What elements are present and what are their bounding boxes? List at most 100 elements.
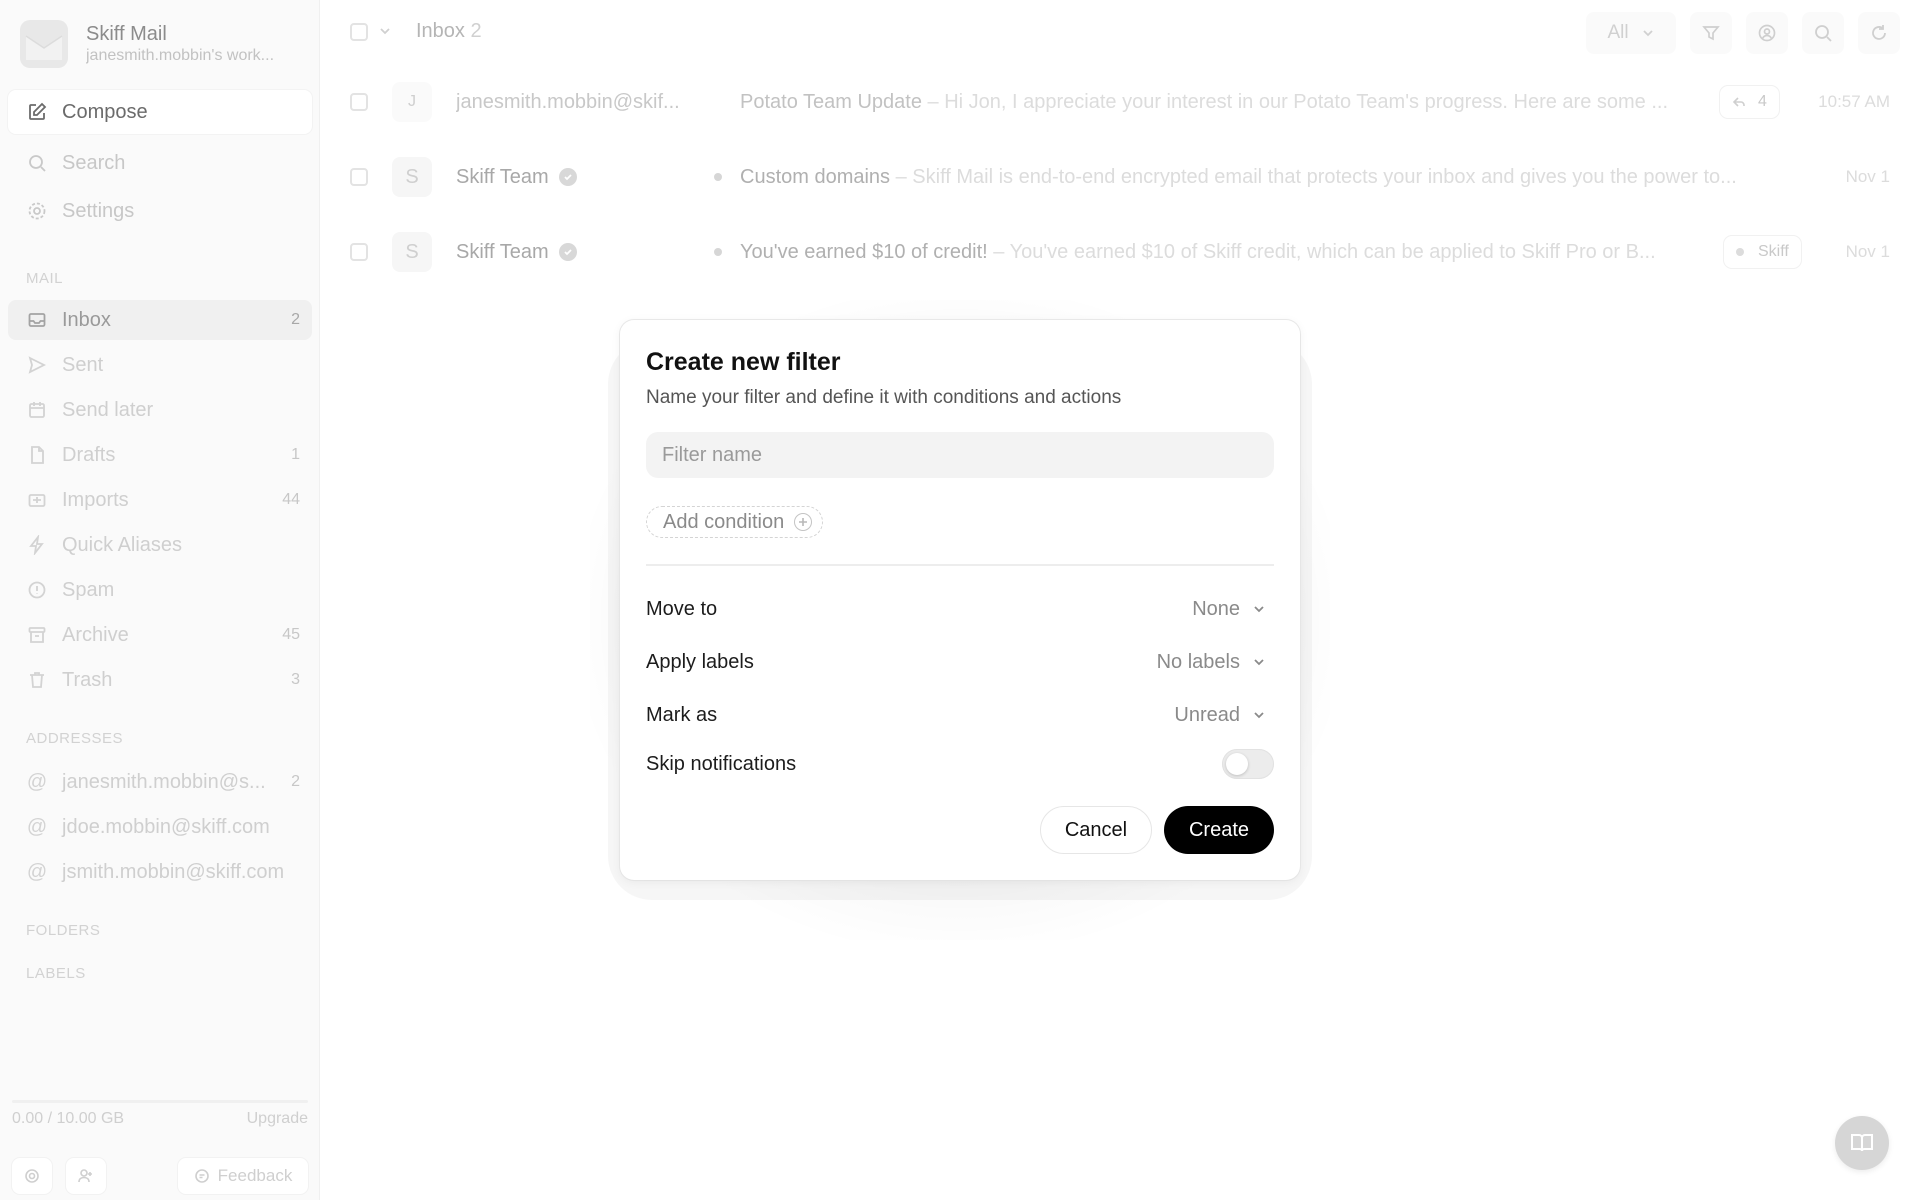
search-button[interactable]: Search — [8, 141, 312, 185]
skip-notifications-label: Skip notifications — [646, 752, 797, 775]
docs-button[interactable] — [1835, 1116, 1889, 1170]
compose-icon — [26, 101, 48, 123]
sidebar-item-imports[interactable]: Imports 44 — [8, 480, 312, 520]
refresh-icon — [1872, 25, 1886, 40]
skiff-logo-icon — [20, 20, 68, 68]
mail-toolbar: Inbox 2 All — [320, 0, 1920, 64]
apply-labels-value: No labels — [1156, 650, 1240, 673]
email-row-checkbox[interactable] — [350, 93, 368, 111]
skip-notifications-toggle[interactable] — [1222, 749, 1274, 779]
compose-button[interactable]: Compose — [8, 90, 312, 134]
chevron-down-icon — [1252, 708, 1266, 722]
mark-as-value: Unread — [1174, 703, 1240, 726]
feedback-button[interactable]: Feedback — [178, 1158, 308, 1194]
avatar-letter: J — [408, 93, 416, 110]
address-item[interactable]: @ janesmith.mobbin@s... 2 — [8, 762, 312, 802]
email-sender: Skiff Team — [456, 166, 577, 189]
upgrade-link[interactable]: Upgrade — [247, 1110, 308, 1128]
settings-button[interactable]: Settings — [8, 189, 312, 233]
email-sender-text: janesmith.mobbin@skif... — [456, 90, 680, 113]
user-plus-icon — [78, 1169, 92, 1183]
select-menu-chevron-icon[interactable] — [378, 24, 392, 43]
account-switcher[interactable]: Skiff Mail janesmith.mobbin's work... — [20, 20, 306, 68]
email-subject-line: Potato Team Update – Hi Jon, I appreciat… — [740, 91, 1668, 114]
sidebar-item-trash[interactable]: Trash 3 — [8, 660, 312, 700]
plus-icon — [794, 513, 813, 531]
address-count: 2 — [291, 773, 300, 790]
sidebar-item-sent[interactable]: Sent — [8, 345, 312, 385]
send-icon — [26, 354, 48, 376]
email-subject: You've earned $10 of credit! — [740, 240, 988, 263]
sidebar-item-label: Inbox — [62, 308, 111, 331]
sidebar-item-inbox[interactable]: Inbox 2 — [8, 300, 312, 340]
skip-notifications-row: Skip notifications — [646, 749, 1274, 779]
apply-labels-select[interactable]: No labels — [1157, 651, 1274, 674]
mark-as-label: Mark as — [646, 703, 718, 726]
sidebar-item-count: 2 — [291, 311, 300, 328]
mark-read-button[interactable] — [1690, 12, 1732, 54]
cancel-button[interactable]: Cancel — [1040, 806, 1152, 854]
account-subtitle: janesmith.mobbin's work... — [86, 47, 275, 64]
import-icon — [26, 489, 48, 511]
move-to-select[interactable]: None — [1192, 598, 1274, 621]
dialog-title: Create new filter — [646, 348, 841, 376]
sidebar-item-count: 44 — [282, 491, 300, 508]
chevron-down-icon — [1252, 602, 1266, 616]
page-title: Inbox 2 — [416, 20, 482, 43]
email-row[interactable]: S Skiff Team Custom domains – Skiff Mail… — [320, 141, 1920, 213]
sidebar-item-count: 3 — [291, 671, 300, 688]
email-row[interactable]: S Skiff Team You've earned $10 of credit… — [320, 216, 1920, 288]
address-label: jsmith.mobbin@skiff.com — [62, 860, 285, 883]
email-preview: – You've earned $10 of Skiff credit, whi… — [987, 240, 1656, 263]
email-row-checkbox[interactable] — [350, 168, 368, 186]
address-label: janesmith.mobbin@s... — [62, 770, 266, 793]
avatar: S — [392, 157, 432, 197]
sidebar-item-spam[interactable]: Spam — [8, 570, 312, 610]
filter-dropdown[interactable]: All — [1586, 12, 1676, 54]
section-label-folders[interactable]: FOLDERS — [26, 922, 100, 939]
invite-user-button[interactable] — [66, 1158, 106, 1194]
email-sender-text: Skiff Team — [456, 240, 549, 263]
section-label-labels[interactable]: LABELS — [26, 965, 86, 982]
address-item[interactable]: @ jdoe.mobbin@skiff.com — [8, 807, 312, 847]
address-item[interactable]: @ jsmith.mobbin@skiff.com — [8, 852, 312, 892]
storage-info: 0.00 / 10.00 GB Upgrade — [12, 1110, 308, 1128]
sidebar-item-drafts[interactable]: Drafts 1 — [8, 435, 312, 475]
move-to-value: None — [1192, 597, 1240, 620]
search-icon — [26, 152, 48, 174]
file-icon — [26, 444, 48, 466]
email-row-checkbox[interactable] — [350, 243, 368, 261]
select-all-checkbox[interactable] — [350, 23, 368, 41]
trash-icon — [26, 669, 48, 691]
section-label-mail: MAIL — [26, 270, 64, 287]
alert-icon — [26, 579, 48, 601]
compose-label: Compose — [62, 100, 148, 123]
calendar-icon — [26, 399, 48, 421]
avatar-letter: S — [405, 240, 419, 263]
user-filter-button[interactable] — [1746, 12, 1788, 54]
avatar: J — [392, 82, 432, 122]
mark-as-select[interactable]: Unread — [1174, 704, 1274, 727]
email-preview: – Hi Jon, I appreciate your interest in … — [921, 90, 1669, 113]
filter-dropdown-value: All — [1607, 22, 1629, 43]
create-button[interactable]: Create — [1164, 806, 1274, 854]
page-title-count: 2 — [470, 20, 482, 42]
email-date: 10:57 AM — [1818, 92, 1890, 111]
email-date: Nov 1 — [1845, 242, 1890, 261]
sidebar-item-count: 45 — [282, 626, 300, 643]
sidebar-item-quick-aliases[interactable]: Quick Aliases — [8, 525, 312, 565]
at-icon: @ — [26, 860, 48, 883]
search-mail-button[interactable] — [1802, 12, 1844, 54]
refresh-button[interactable] — [1858, 12, 1900, 54]
filter-name-input[interactable] — [646, 432, 1274, 478]
email-row[interactable]: J janesmith.mobbin@skif... Potato Team U… — [320, 66, 1920, 138]
add-condition-label: Add condition — [663, 510, 785, 533]
sidebar-item-archive[interactable]: Archive 45 — [8, 615, 312, 655]
help-button[interactable] — [12, 1158, 52, 1194]
sidebar-item-send-later[interactable]: Send later — [8, 390, 312, 430]
email-date: Nov 1 — [1845, 167, 1890, 186]
add-condition-button[interactable]: Add condition — [646, 506, 824, 538]
mark-as-row: Mark as Unread — [646, 700, 1274, 730]
unread-dot — [714, 248, 722, 256]
archive-icon — [26, 624, 48, 646]
